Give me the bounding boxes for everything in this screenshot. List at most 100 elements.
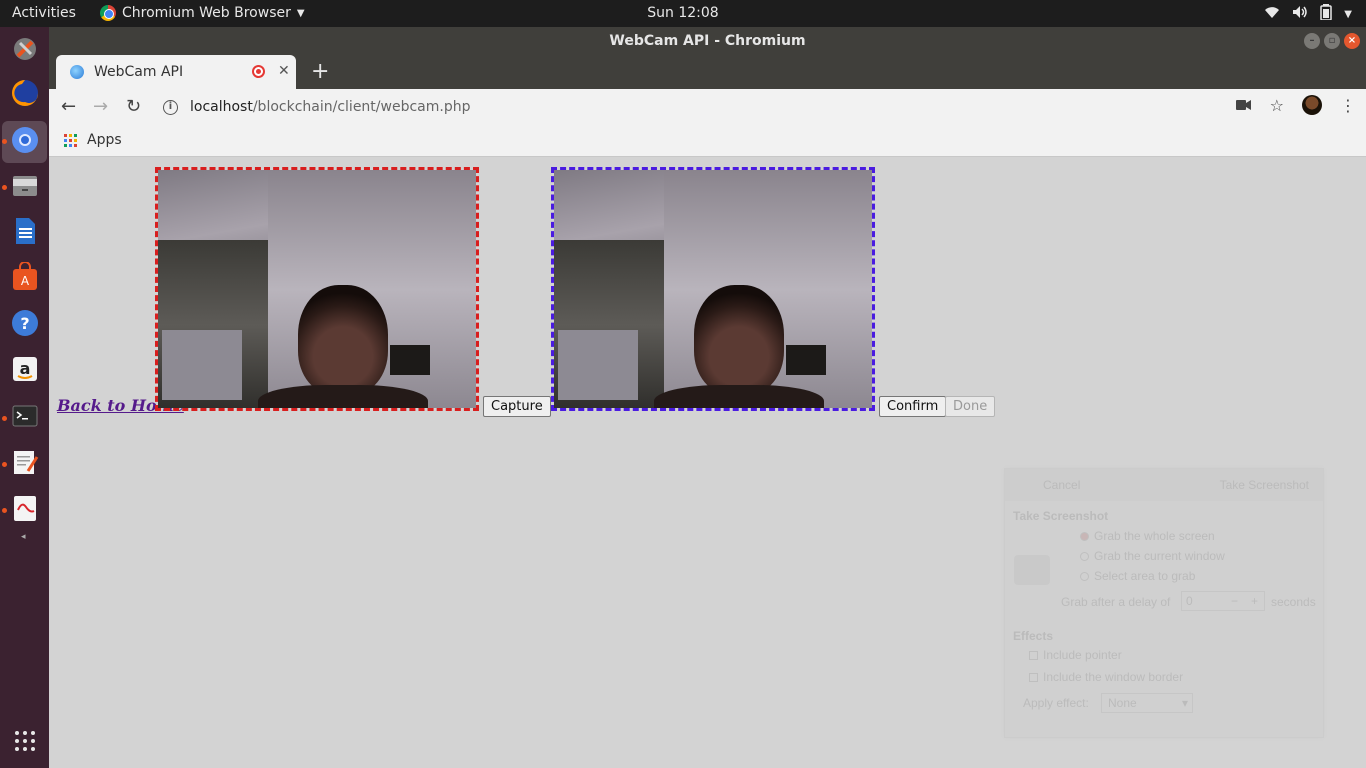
dock-libreoffice-writer[interactable] [6, 215, 43, 252]
firefox-icon [10, 78, 40, 113]
dialog-take-screenshot-button[interactable]: Take Screenshot [1220, 478, 1309, 492]
activities-button[interactable]: Activities [12, 5, 76, 21]
dock-document-viewer[interactable] [6, 492, 43, 529]
chevron-down-icon: ▼ [296, 7, 305, 19]
radio-icon [1080, 552, 1089, 561]
running-indicator [2, 139, 7, 144]
dock-firefox[interactable] [6, 77, 43, 114]
plus-icon[interactable]: + [1251, 592, 1258, 610]
gnome-top-bar: Activities Chromium Web Browser ▼ Sun 12… [0, 0, 1366, 27]
radio-icon [1080, 532, 1089, 541]
chromium-icon [100, 5, 116, 21]
text-editor-icon [10, 447, 40, 482]
option-whole-screen[interactable]: Grab the whole screen [1080, 529, 1215, 543]
running-indicator [2, 416, 7, 421]
delay-spinner[interactable]: 0− + [1181, 591, 1265, 611]
minimize-button[interactable]: – [1304, 33, 1320, 49]
running-indicator [2, 185, 7, 190]
chevron-down-icon: ▾ [1181, 696, 1188, 710]
tab-strip: WebCam API ✕ + [49, 55, 1366, 89]
recording-indicator-icon [252, 65, 265, 78]
window-title: WebCam API - Chromium [609, 33, 806, 49]
captured-snapshot-canvas [551, 167, 875, 411]
menu-kebab-icon[interactable]: ⋮ [1340, 96, 1356, 115]
seconds-label: seconds [1271, 595, 1316, 609]
show-applications-button[interactable] [6, 725, 43, 762]
effects-title: Effects [1013, 629, 1054, 643]
system-menu-arrow-icon: ▼ [1344, 8, 1352, 20]
writer-icon [10, 216, 40, 251]
option-include-pointer[interactable]: Include pointer [1029, 648, 1122, 662]
running-indicator [2, 508, 7, 513]
wifi-icon [1264, 5, 1280, 23]
page-favicon-icon [70, 65, 84, 79]
delay-label: Grab after a delay of [1061, 595, 1171, 609]
camera-in-use-icon[interactable] [1235, 96, 1252, 115]
option-current-window[interactable]: Grab the current window [1080, 549, 1225, 563]
software-store-icon: A [10, 261, 40, 297]
option-select-area[interactable]: Select area to grab [1080, 569, 1195, 583]
terminal-icon [10, 401, 40, 436]
captured-image [554, 170, 872, 408]
window-titlebar[interactable]: WebCam API - Chromium – ▫ × [49, 27, 1366, 55]
svg-text:a: a [19, 359, 30, 378]
apps-grid-icon [64, 134, 77, 147]
bookmark-star-icon[interactable]: ☆ [1270, 96, 1284, 115]
screenshot-dialog: Cancel Take Screenshot Take Screenshot G… [1004, 468, 1324, 738]
option-include-border[interactable]: Include the window border [1029, 670, 1183, 684]
dialog-cancel-button[interactable]: Cancel [1043, 478, 1080, 492]
radio-icon [1080, 572, 1089, 581]
battery-icon [1320, 4, 1333, 24]
chromium-icon [10, 125, 40, 160]
app-menu[interactable]: Chromium Web Browser ▼ [100, 5, 305, 21]
amazon-icon: a [10, 354, 40, 389]
done-button: Done [945, 396, 996, 417]
apply-effect-select[interactable]: None ▾ [1101, 693, 1193, 713]
dock-terminal[interactable] [6, 400, 43, 437]
reload-icon[interactable]: ↻ [126, 96, 141, 117]
running-indicator [2, 462, 7, 467]
dock-help[interactable]: ? [6, 307, 43, 344]
help-icon: ? [10, 308, 40, 343]
close-tab-icon[interactable]: ✕ [278, 63, 290, 79]
apps-shortcut[interactable]: Apps [87, 132, 122, 148]
svg-text:A: A [20, 274, 29, 288]
dock-ubuntu-software[interactable]: A [6, 261, 43, 298]
checkbox-icon [1029, 651, 1038, 660]
webcam-feed [158, 170, 476, 408]
url-path: /blockchain/client/webcam.php [252, 99, 471, 115]
site-info-icon[interactable]: i [163, 99, 178, 115]
files-icon [10, 170, 40, 205]
camera-icon [1014, 555, 1050, 585]
app-grid-icon [14, 730, 36, 757]
dock-chromium[interactable] [2, 121, 47, 163]
dock-files[interactable] [6, 169, 43, 206]
tab-title: WebCam API [94, 64, 184, 80]
dock-text-editor[interactable] [6, 446, 43, 483]
back-arrow-icon[interactable]: ← [61, 96, 76, 117]
url-host: localhost [190, 99, 253, 115]
forward-arrow-icon[interactable]: → [93, 96, 108, 117]
capture-button[interactable]: Capture [483, 396, 551, 417]
system-menu[interactable]: ▼ [1264, 4, 1352, 24]
settings-icon [10, 34, 40, 69]
profile-avatar[interactable] [1302, 95, 1322, 115]
svg-text:?: ? [20, 314, 29, 333]
apply-effect-label: Apply effect: [1023, 696, 1089, 710]
checkbox-icon [1029, 673, 1038, 682]
document-viewer-icon [10, 493, 40, 528]
confirm-button[interactable]: Confirm [879, 396, 947, 417]
dock-overflow-arrow-icon: ◂ [21, 532, 26, 542]
tab-webcam-api[interactable]: WebCam API ✕ [56, 55, 296, 89]
volume-icon [1292, 5, 1308, 23]
close-window-button[interactable]: × [1344, 33, 1360, 49]
dock-amazon[interactable]: a [6, 353, 43, 390]
dialog-header: Cancel Take Screenshot [1005, 469, 1323, 501]
maximize-button[interactable]: ▫ [1324, 33, 1340, 49]
address-bar[interactable]: i localhost /blockchain/client/webcam.ph… [163, 93, 1223, 121]
dock: A ? a ◂ [0, 27, 49, 768]
minus-icon[interactable]: − [1231, 592, 1238, 610]
dock-system-settings[interactable] [6, 33, 43, 70]
bookmarks-bar: Apps [49, 125, 1366, 157]
new-tab-button[interactable]: + [311, 59, 329, 84]
